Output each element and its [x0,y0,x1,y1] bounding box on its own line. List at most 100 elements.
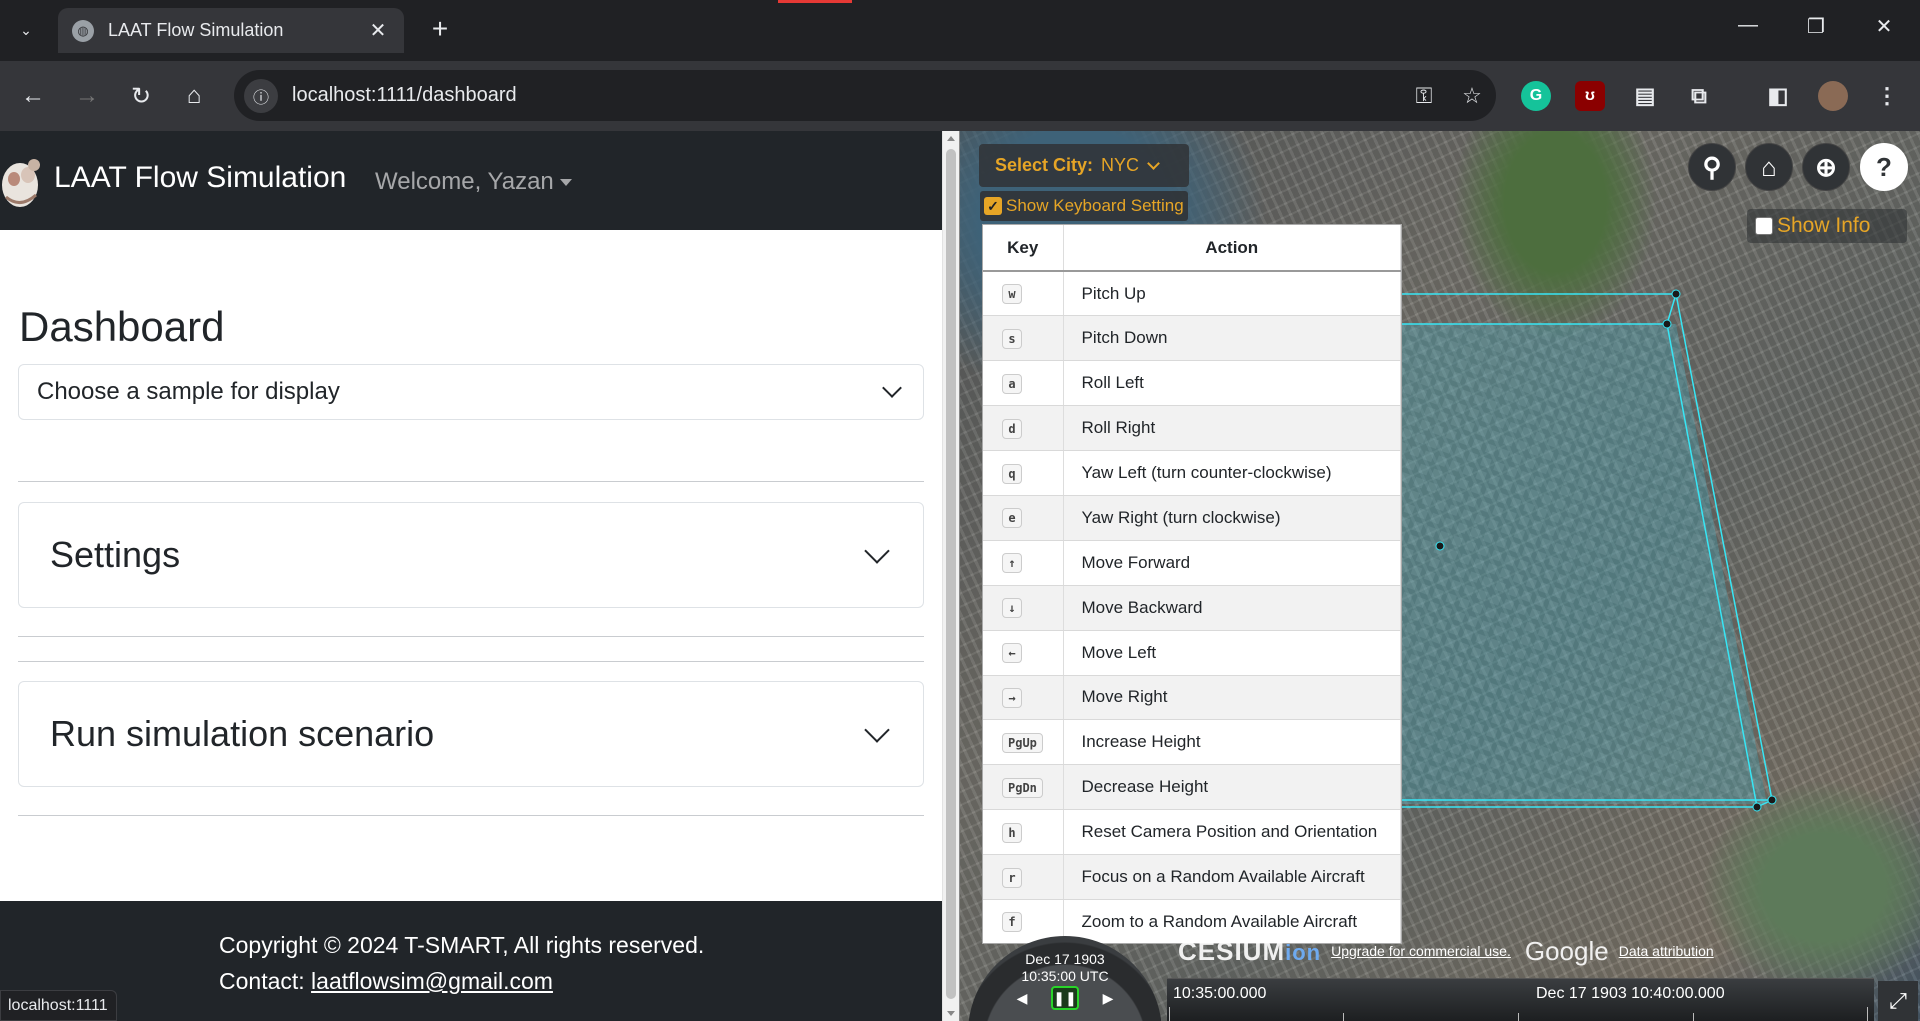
document-extension-icon[interactable]: ▤ [1630,81,1660,111]
city-select-label: Select City: [995,155,1094,175]
back-arrow-icon[interactable]: ← [16,79,50,113]
keyboard-setting-toggle[interactable]: ✓ Show Keyboard Setting [980,191,1188,221]
key-column-header: Key [983,225,1064,272]
browser-menu-icon[interactable]: ⋮ [1872,81,1902,111]
tab-search-chevron-icon[interactable]: ⌄ [10,14,42,46]
geocoder-search-icon[interactable]: ⚲ [1688,143,1736,191]
home-icon[interactable]: ⌂ [177,79,211,113]
timeline-bar[interactable]: 10:35:00.000 Dec 17 1903 10:40:00.000 [1167,978,1874,1021]
settings-accordion[interactable]: Settings [18,502,924,608]
table-row: ← Move Left [983,630,1401,676]
app-brand[interactable]: LAAT Flow Simulation [54,161,346,195]
scrollbar-thumb[interactable] [946,149,956,999]
city-select[interactable]: Select City: NYC [979,144,1189,187]
table-row: ↓ Move Backward [983,585,1401,631]
cesium-logo-text: CESIUM [1178,935,1286,966]
settings-title: Settings [50,534,181,575]
action-cell: Decrease Height [1063,764,1401,811]
key-badge: PgDn [1002,777,1043,798]
home-view-icon[interactable]: ⌂ [1745,143,1793,191]
close-tab-icon[interactable]: ✕ [366,18,390,43]
cesium-map-viewer[interactable]: Select City: NYC ✓ Show Keyboard Setting… [960,131,1920,1021]
city-select-value: NYC [1101,155,1140,175]
play-reverse-icon[interactable]: ◀ [1008,986,1036,1010]
timeline-tick [1867,1007,1868,1021]
table-header-row: Key Action [983,225,1401,272]
divider [18,815,924,816]
scroll-up-icon[interactable] [947,136,955,141]
action-cell: Pitch Down [1063,315,1401,362]
sample-select[interactable]: Choose a sample for display [18,364,924,420]
key-cell: w [983,271,1064,317]
boundary-vertex[interactable] [1435,541,1445,551]
page-title: Dashboard [19,303,225,350]
panel-scrollbar[interactable] [942,131,959,1021]
browser-toolbar: ← → ↻ ⌂ ⓘ localhost:1111/dashboard ⚿ ☆ G… [0,61,1920,131]
data-attribution-link[interactable]: Data attribution [1619,943,1714,959]
app-navbar: LAAT Flow Simulation Welcome, Yazan [0,131,942,230]
key-cell: ↑ [983,540,1064,586]
clock-time-text: 10:35:00 UTC [1021,968,1109,984]
chevron-down-icon [1147,156,1160,170]
fullscreen-icon[interactable]: ⤢ [1878,981,1918,1021]
clock-date-text: Dec 17 1903 [1025,951,1105,967]
minimize-icon[interactable]: — [1728,14,1768,37]
site-info-icon[interactable]: ⓘ [244,78,278,113]
action-cell: Increase Height [1063,719,1401,766]
user-menu-dropdown[interactable]: Welcome, Yazan [375,168,572,196]
restore-icon[interactable]: ❐ [1796,14,1836,39]
key-cell: q [983,450,1064,496]
grammarly-extension-icon[interactable]: G [1521,81,1551,111]
show-info-toggle[interactable]: Show Info [1747,209,1907,243]
browser-tab[interactable]: ◍ LAAT Flow Simulation ✕ [58,8,404,53]
address-bar[interactable]: ⓘ localhost:1111/dashboard ⚿ ☆ [234,70,1496,121]
table-row: q Yaw Left (turn counter-clockwise) [983,450,1401,496]
action-cell: Focus on a Random Available Aircraft [1063,854,1401,900]
boundary-corner-edge [1666,293,1677,325]
pause-icon[interactable]: ❚❚ [1051,986,1079,1010]
tab-title: LAAT Flow Simulation [108,20,284,40]
side-panel-icon[interactable]: ◧ [1763,81,1793,111]
profile-avatar[interactable] [1818,81,1848,111]
upgrade-link[interactable]: Upgrade for commercial use. [1331,943,1511,959]
contact-line: Contact: laatflowsim@gmail.com [219,968,553,995]
dashboard-panel: LAAT Flow Simulation Welcome, Yazan Dash… [0,131,942,1021]
extensions-puzzle-icon[interactable]: ⧉ [1684,81,1714,111]
keyboard-settings-table: Key Action w Pitch Up s Pitch Down a Roll Lef… [983,225,1401,943]
keyboard-setting-label: Show Keyboard Setting [1006,196,1184,215]
navigation-help-icon[interactable]: ? [1860,143,1908,191]
boundary-vertex[interactable] [1662,319,1672,329]
timeline-start-label: 10:35:00.000 [1173,985,1267,1002]
scroll-down-icon[interactable] [947,1011,955,1016]
address-url[interactable]: localhost:1111/dashboard [292,84,1400,107]
forward-arrow-icon[interactable]: → [70,79,104,113]
checkbox-checked-icon[interactable]: ✓ [984,197,1002,215]
cesium-ion-logo[interactable]: CESIUMion [1178,936,1321,967]
bookmark-star-icon[interactable]: ☆ [1448,83,1496,109]
scene-mode-globe-icon[interactable]: ⊕ [1802,143,1850,191]
table-row: e Yaw Right (turn clockwise) [983,495,1401,541]
checkbox-unchecked-icon[interactable] [1755,217,1773,235]
reload-icon[interactable]: ↻ [124,79,158,113]
new-tab-plus-icon[interactable]: + [424,15,456,43]
boundary-vertex[interactable] [1671,289,1681,299]
key-badge: PgUp [1002,732,1043,753]
key-badge: w [1002,284,1022,305]
boundary-vertex[interactable] [1752,802,1762,812]
app-logo-icon[interactable] [0,151,48,211]
timeline-tick [1693,1013,1694,1021]
contact-email-link[interactable]: laatflowsim@gmail.com [311,968,553,994]
action-cell: Yaw Right (turn clockwise) [1063,495,1401,541]
play-forward-icon[interactable]: ▶ [1094,986,1122,1010]
table-row: PgDn Decrease Height [983,764,1401,811]
google-logo: Google [1524,935,1609,966]
timeline-tick [1169,1007,1170,1021]
password-key-icon[interactable]: ⚿ [1400,83,1448,109]
table-row: r Focus on a Random Available Aircraft [983,854,1401,900]
boundary-vertex[interactable] [1767,795,1777,805]
run-simulation-accordion[interactable]: Run simulation scenario [18,681,924,787]
key-cell: e [983,495,1064,541]
close-window-icon[interactable]: ✕ [1864,14,1904,39]
ublock-extension-icon[interactable]: ʊ [1575,81,1605,111]
timeline-end-label: Dec 17 1903 10:40:00.000 [1536,985,1725,1002]
